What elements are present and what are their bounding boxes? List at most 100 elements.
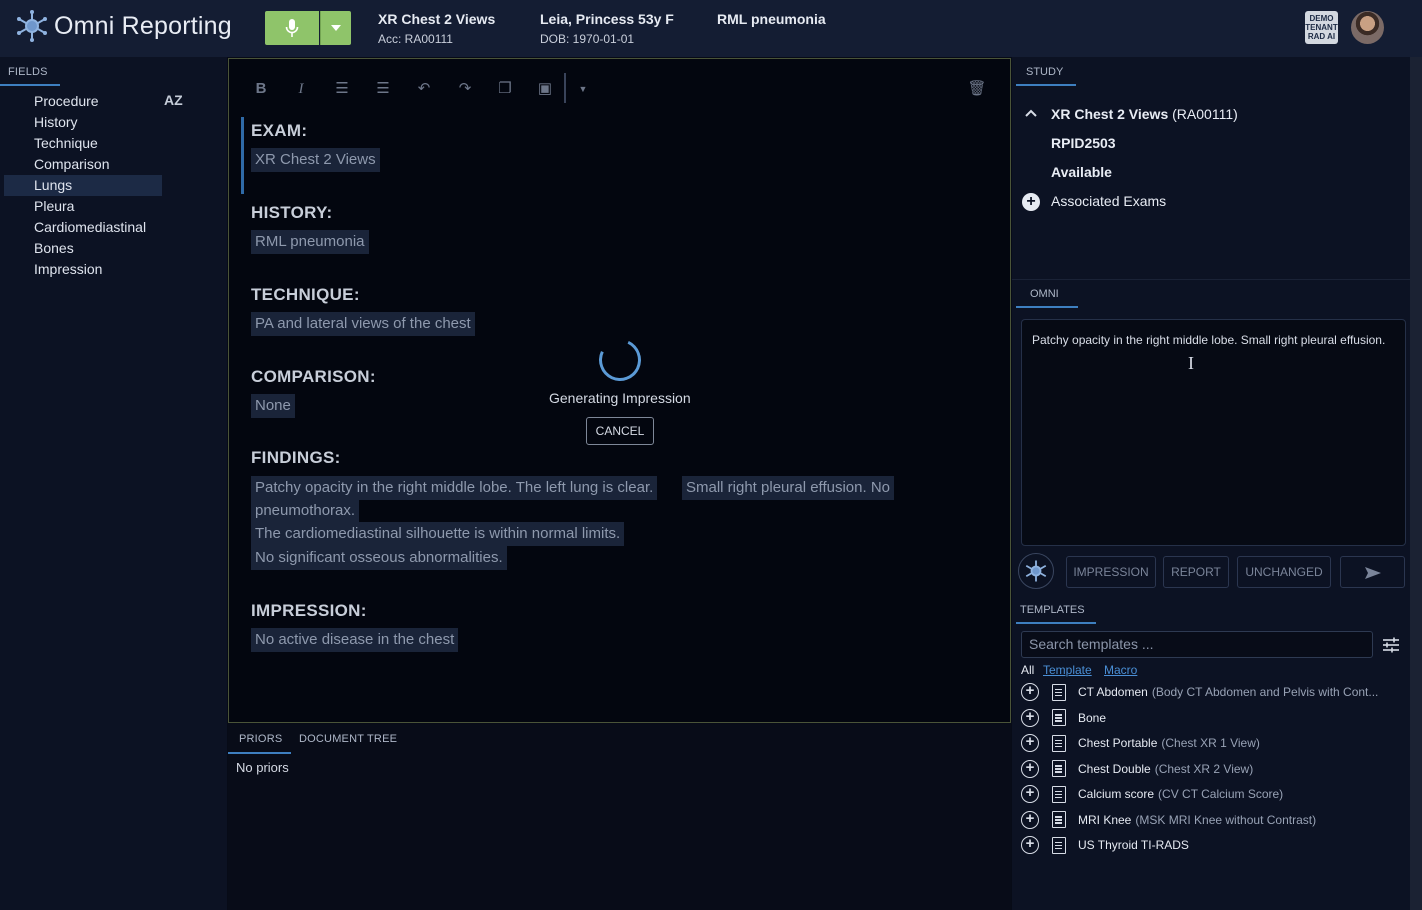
add-associated-icon[interactable]: +	[1022, 193, 1040, 211]
tab-study[interactable]: STUDY	[1026, 66, 1063, 78]
report-text-chip[interactable]: None	[251, 394, 295, 418]
bullet-list-icon[interactable]: ☰	[373, 79, 393, 99]
text-cursor-icon: I	[1188, 353, 1194, 373]
report-text-chip[interactable]: pneumothorax.	[251, 499, 360, 523]
cancel-button[interactable]: CANCEL	[586, 417, 654, 445]
report-text-chip[interactable]: No significant osseous abnormalities.	[251, 546, 507, 570]
study-status: Available	[1051, 164, 1112, 180]
dictation-dropdown-button[interactable]	[320, 11, 351, 45]
document-icon	[1052, 836, 1066, 854]
add-template-icon[interactable]: +	[1021, 836, 1039, 854]
template-name: Bone	[1078, 710, 1107, 725]
app-title: Omni Reporting	[54, 11, 232, 40]
copy-icon[interactable]: ❐	[495, 79, 515, 99]
report-text-chip[interactable]: PA and lateral views of the chest	[251, 312, 475, 336]
omni-text: Patchy opacity in the right middle lobe.…	[1032, 333, 1386, 347]
section-heading-history: HISTORY:	[251, 203, 333, 222]
italic-icon[interactable]: I	[291, 79, 311, 99]
template-item[interactable]: + Chest Portable (Chest XR 1 View)	[1021, 732, 1407, 754]
undo-icon[interactable]: ↶	[414, 79, 434, 99]
field-item-procedure[interactable]: Procedure	[4, 91, 162, 112]
tab-templates[interactable]: TEMPLATES	[1020, 604, 1085, 616]
tab-templates-underline	[1016, 622, 1096, 624]
report-text-chip[interactable]: The cardiomediastinal silhouette is with…	[251, 522, 625, 546]
template-item[interactable]: + MRI Knee (MSK MRI Knee without Contrast)	[1021, 809, 1407, 831]
report-button[interactable]: REPORT	[1163, 556, 1229, 588]
template-name: Chest Double	[1078, 761, 1151, 776]
patient-dob: DOB: 1970-01-01	[540, 32, 635, 46]
field-item-technique[interactable]: Technique	[4, 133, 162, 154]
window-scrollbar[interactable]	[1410, 57, 1422, 910]
user-avatar[interactable]	[1351, 11, 1384, 44]
tab-omni-underline	[1016, 306, 1078, 308]
study-exam-name: XR Chest 2 Views	[1051, 106, 1169, 122]
brand[interactable]: Omni Reporting	[16, 10, 232, 42]
insert-field-icon[interactable]: ▣	[535, 79, 555, 99]
filter-macro[interactable]: Macro	[1104, 663, 1137, 677]
numbered-list-icon[interactable]: ☰	[332, 79, 352, 99]
template-item[interactable]: + CT Abdomen (Body CT Abdomen and Pelvis w…	[1021, 681, 1407, 703]
template-item[interactable]: + Bone	[1021, 707, 1407, 729]
template-item[interactable]: + US Thyroid TI-RADS	[1021, 834, 1407, 856]
field-item-lungs[interactable]: Lungs	[4, 175, 162, 196]
impression-button[interactable]: IMPRESSION	[1066, 556, 1156, 588]
template-name: MRI Knee	[1078, 812, 1132, 827]
app-header: Omni Reporting XR Chest 2 Views Acc: RA0…	[0, 0, 1422, 57]
study-title: XR Chest 2 Views	[378, 11, 496, 27]
report-text-chip[interactable]: No active disease in the chest	[251, 628, 459, 652]
send-button[interactable]	[1340, 556, 1405, 588]
tenant-badge: DEMO TENANT RAD AI	[1305, 11, 1338, 44]
field-item-cardiomediastinal[interactable]: Cardiomediastinal	[4, 217, 162, 238]
trash-icon[interactable]: 🗑	[967, 79, 987, 99]
tab-priors[interactable]: PRIORS	[239, 733, 282, 745]
accession-number: Acc: RA00111	[378, 32, 453, 46]
patient-name: Leia, Princess 53y F	[540, 11, 674, 27]
fields-panel: FIELDS AZ Procedure History Technique Compa…	[0, 57, 227, 910]
tab-fields-underline	[0, 84, 60, 86]
report-text-chip[interactable]: Small right pleural effusion. No	[682, 476, 894, 500]
tab-document-tree[interactable]: DOCUMENT TREE	[299, 733, 397, 745]
template-item[interactable]: + Calcium score (CV CT Calcium Score)	[1021, 783, 1407, 805]
report-text-chip[interactable]: Patchy opacity in the right middle lobe.…	[251, 476, 658, 500]
sort-az-button[interactable]: AZ	[164, 92, 188, 114]
field-item-pleura[interactable]: Pleura	[4, 196, 162, 217]
report-editor[interactable]: B I ☰ ☰ ↶ ↷ ❐ ▣ ▼ 🗑 EXAM: XR Chest 2 View…	[228, 58, 1011, 723]
associated-exams-link[interactable]: Associated Exams	[1051, 193, 1166, 209]
bold-icon[interactable]: B	[251, 79, 271, 99]
tab-fields[interactable]: FIELDS	[8, 66, 48, 78]
add-template-icon[interactable]: +	[1021, 759, 1039, 778]
report-text-chip[interactable]: RML pneumonia	[251, 230, 369, 254]
unchanged-button[interactable]: UNCHANGED	[1237, 556, 1331, 588]
template-name: US Thyroid TI-RADS	[1078, 838, 1189, 852]
add-template-icon[interactable]: +	[1021, 785, 1039, 803]
filter-template[interactable]: Template	[1043, 663, 1092, 677]
template-description: (MSK MRI Knee without Contrast)	[1135, 812, 1317, 827]
section-heading-impression: IMPRESSION:	[251, 601, 367, 620]
section-heading-exam: EXAM:	[251, 121, 308, 140]
add-template-icon[interactable]: +	[1021, 734, 1039, 752]
document-icon	[1052, 734, 1066, 752]
microphone-button[interactable]	[265, 11, 319, 45]
add-template-icon[interactable]: +	[1021, 683, 1039, 701]
tab-study-underline	[1016, 84, 1076, 86]
field-item-impression[interactable]: Impression	[4, 259, 162, 280]
priors-panel: PRIORS DOCUMENT TREE No priors	[228, 724, 1011, 910]
add-template-icon[interactable]: +	[1021, 810, 1039, 829]
template-item[interactable]: + Chest Double (Chest XR 2 View)	[1021, 758, 1407, 780]
field-item-comparison[interactable]: Comparison	[4, 154, 162, 175]
add-template-icon[interactable]: +	[1021, 708, 1039, 727]
chevron-up-icon[interactable]	[1024, 108, 1038, 118]
tab-omni[interactable]: OMNI	[1030, 288, 1059, 300]
report-text-chip[interactable]: XR Chest 2 Views	[251, 148, 380, 172]
redo-icon[interactable]: ↷	[455, 79, 475, 99]
field-item-bones[interactable]: Bones	[4, 238, 162, 259]
template-search-input[interactable]: Search templates ...	[1021, 631, 1373, 658]
filter-settings-icon[interactable]	[1382, 637, 1400, 653]
more-caret-icon[interactable]: ▼	[573, 79, 593, 99]
section-heading-technique: TECHNIQUE:	[251, 285, 360, 304]
field-item-history[interactable]: History	[4, 112, 162, 133]
omni-logo-button[interactable]	[1018, 553, 1054, 589]
omni-text-area[interactable]: Patchy opacity in the right middle lobe.…	[1021, 319, 1406, 546]
document-icon	[1052, 811, 1066, 828]
filter-all[interactable]: All	[1021, 663, 1034, 677]
